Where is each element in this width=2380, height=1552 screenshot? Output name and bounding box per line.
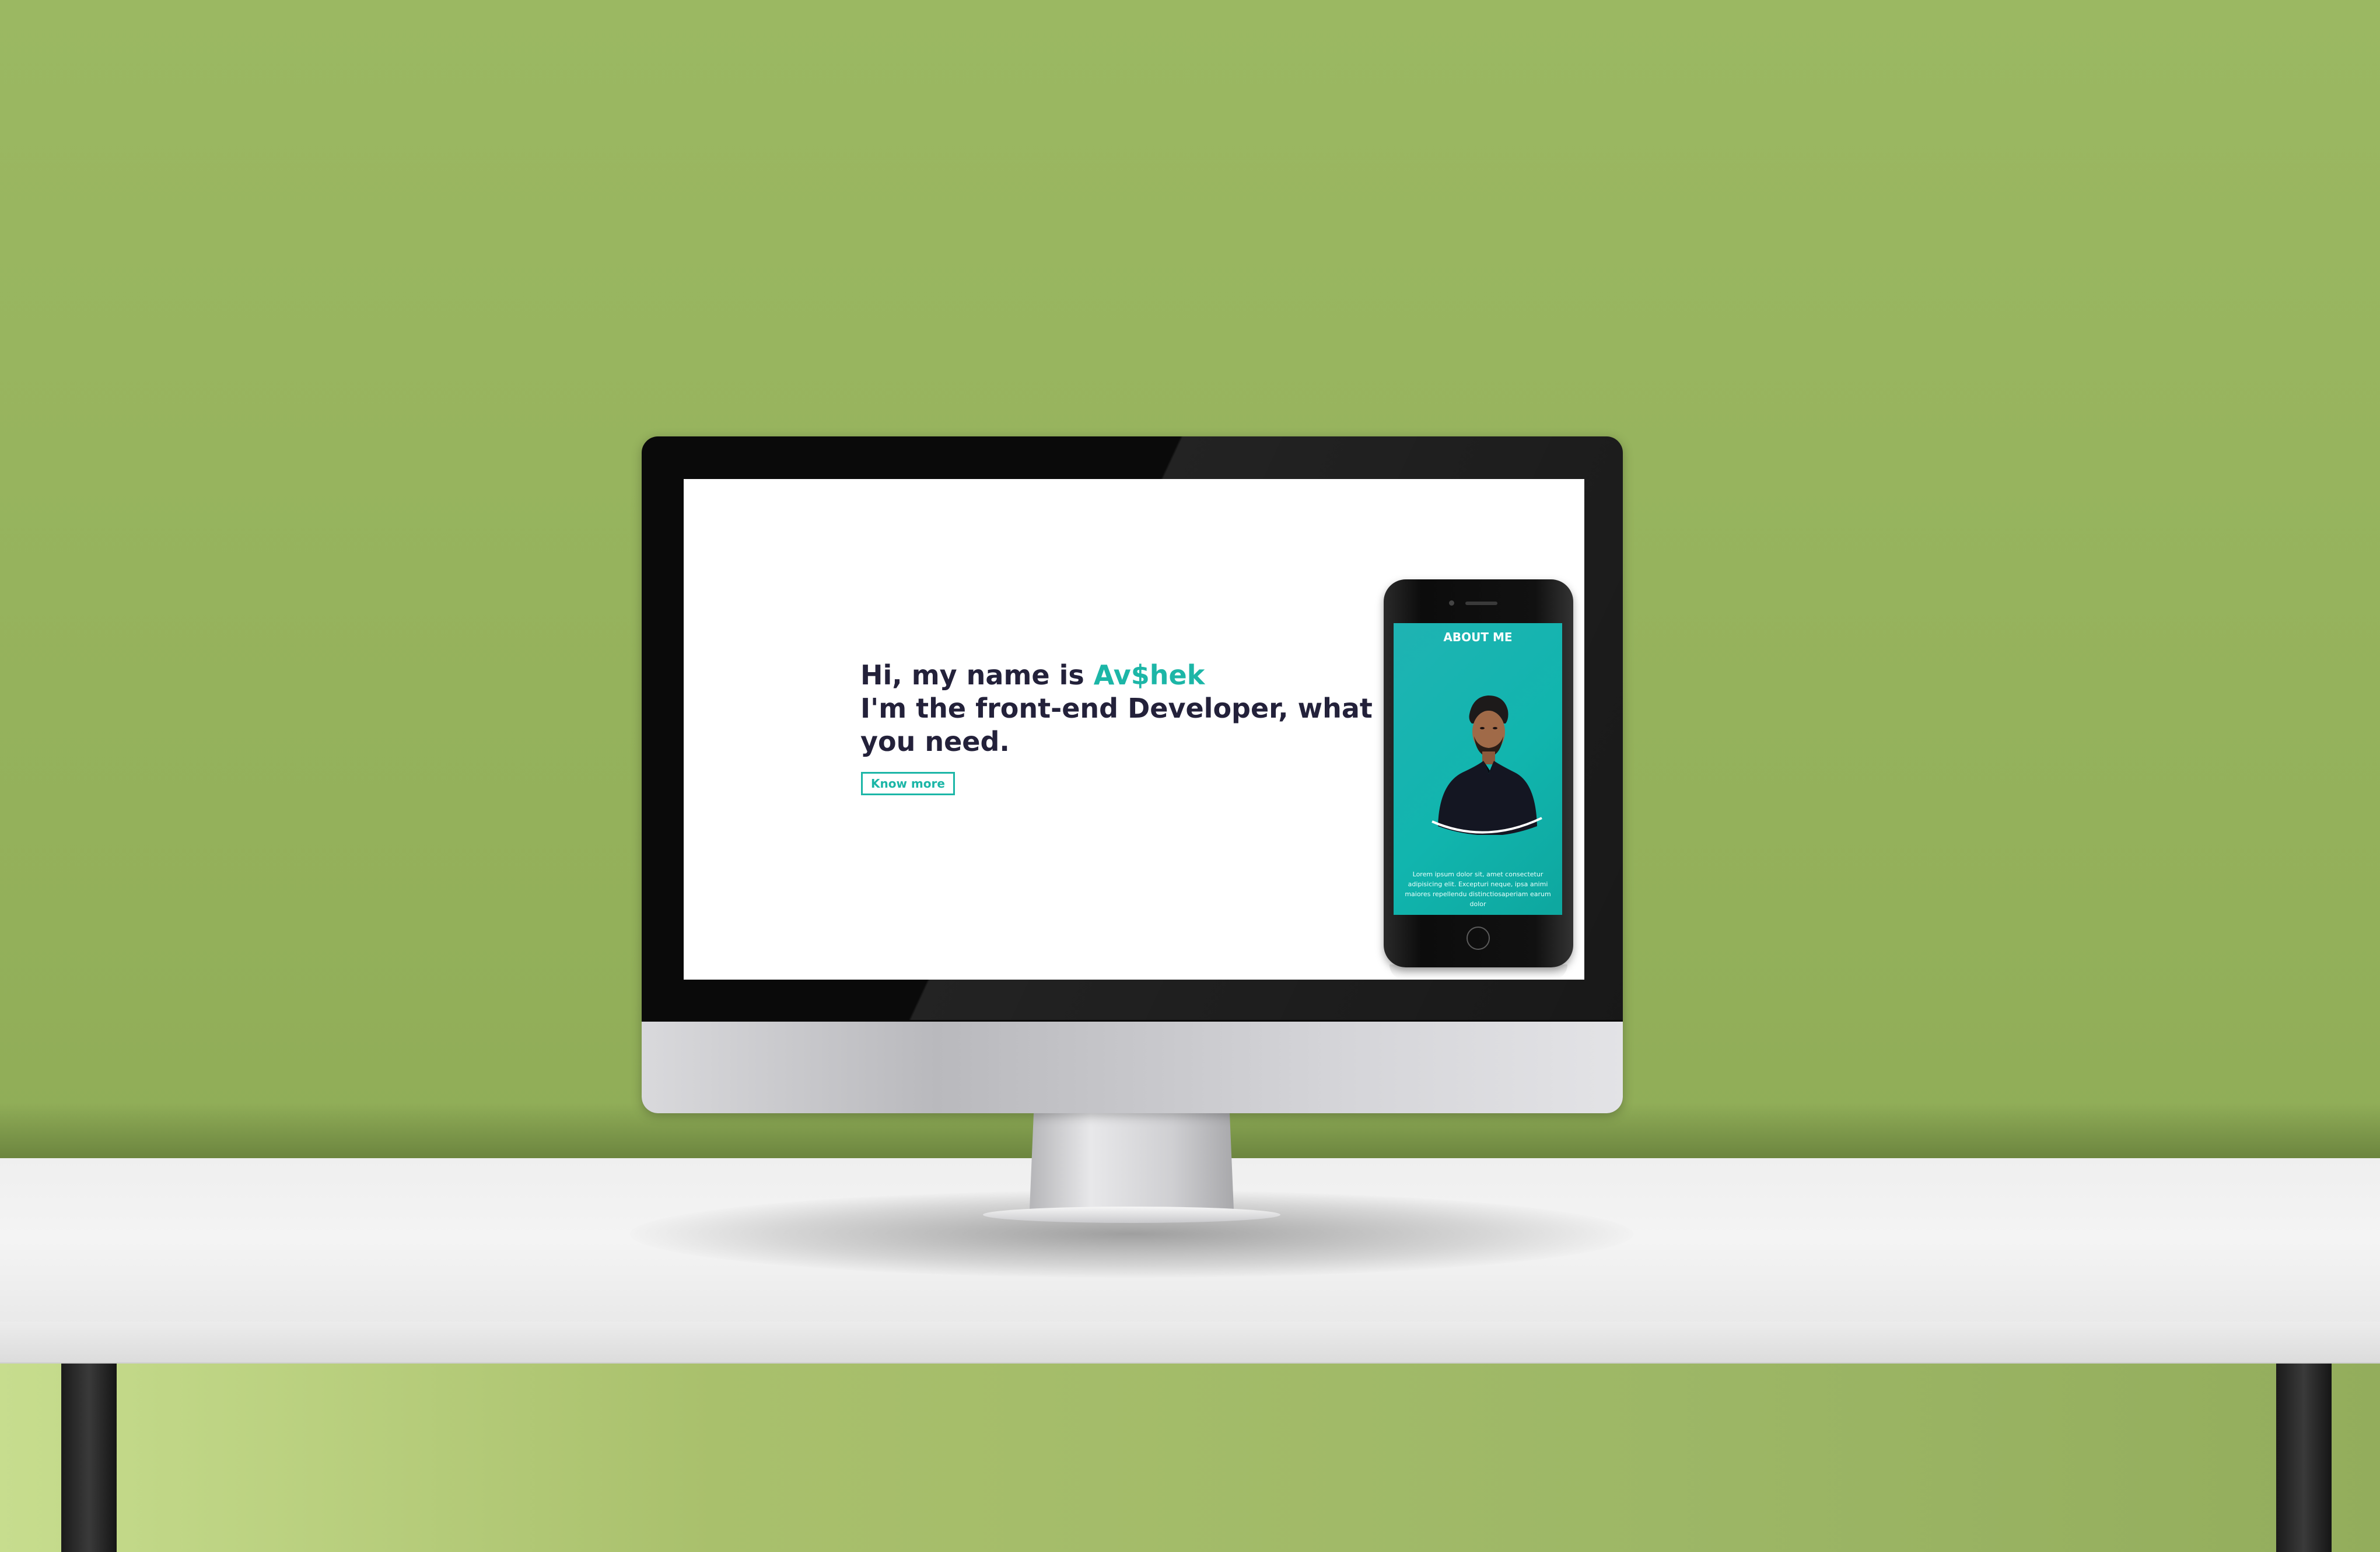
phone-screen: ABOUT ME Lorem ipsum dolor sit, amet con… [1394,623,1562,915]
under-desk-background [0,1364,2380,1552]
monitor: Hi, my name is Av$hek I'm the front-end … [642,436,1623,1113]
about-me-title: ABOUT ME [1443,630,1513,644]
hero-tagline: I'm the front-end Developer, what you ne… [860,693,1373,757]
monitor-screen: Hi, my name is Av$hek I'm the front-end … [684,479,1584,980]
about-me-text: Lorem ipsum dolor sit, amet consectetur … [1405,871,1551,908]
phone-speaker [1465,602,1497,605]
hero-greeting: Hi, my name is [860,659,1094,691]
monitor-stand-base [983,1207,1280,1223]
phone-camera-icon [1449,600,1454,606]
desk-leg-left [61,1364,117,1552]
phone-mockup: ABOUT ME Lorem ipsum dolor sit, amet con… [1384,579,1573,967]
know-more-button[interactable]: Know more [861,772,955,795]
desk-leg-right [2276,1364,2332,1552]
desk-edge [0,1322,2380,1364]
hero-heading: Hi, my name is Av$hek I'm the front-end … [860,659,1374,758]
phone-home-button [1466,927,1490,950]
monitor-chin [642,1022,1623,1113]
monitor-stand [1030,1113,1234,1210]
portrait-photo [1432,695,1542,835]
hero-name: Av$hek [1093,659,1205,691]
